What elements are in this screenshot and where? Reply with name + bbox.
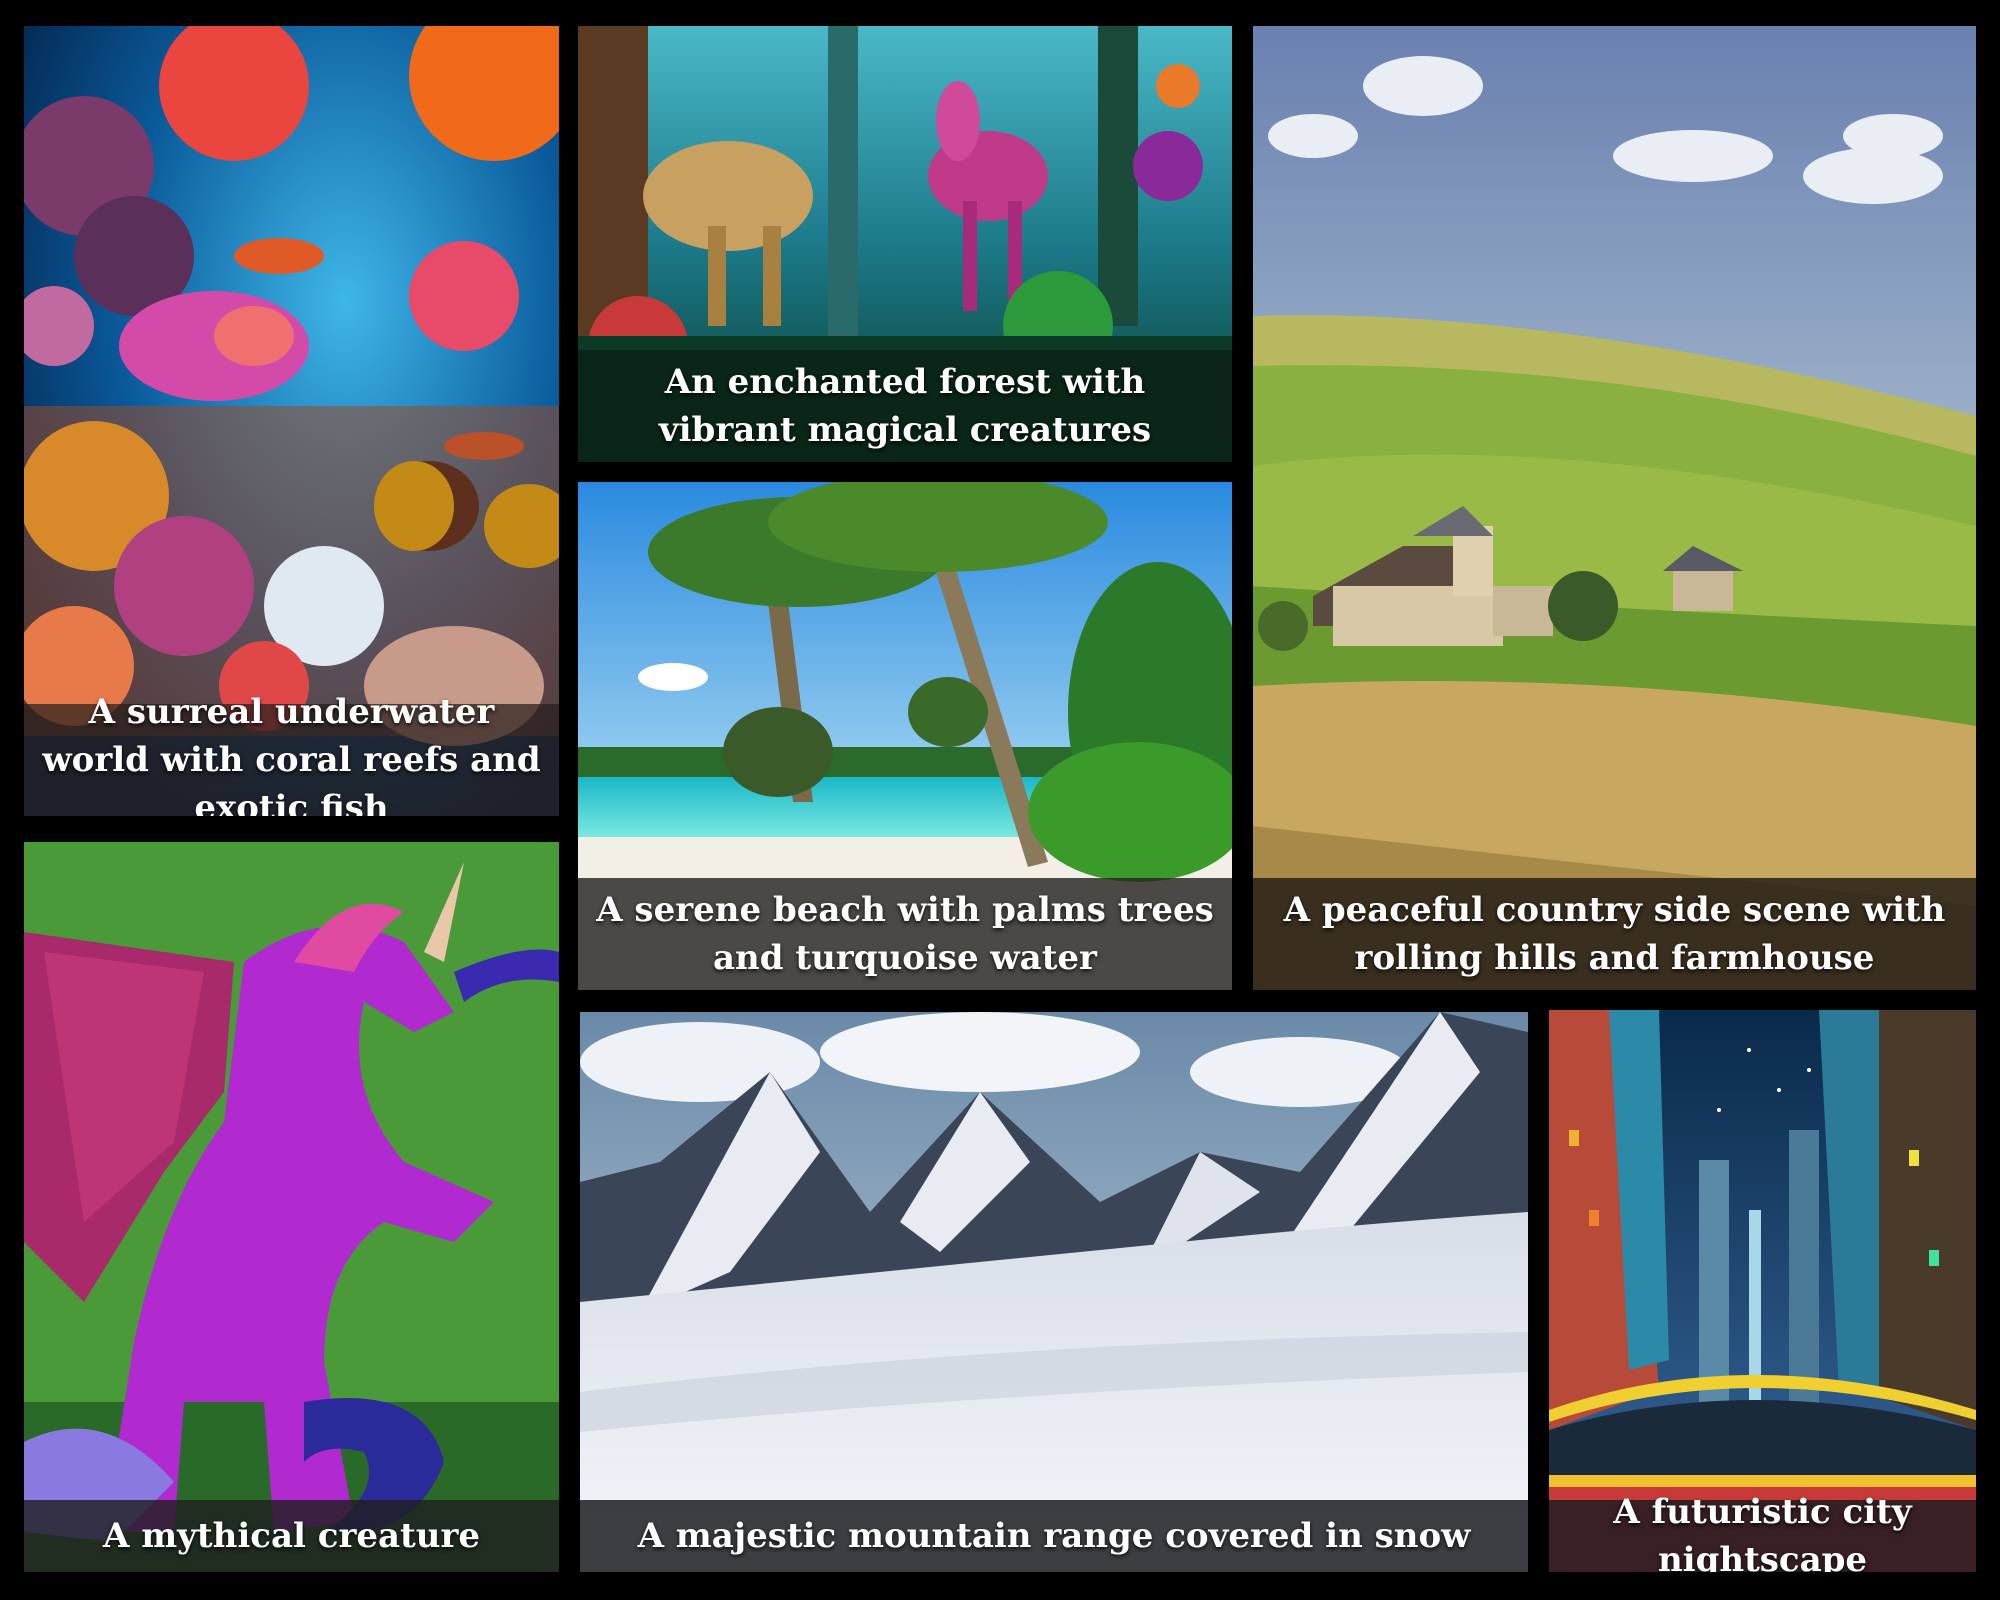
caption-country: A peaceful country side scene with rolli…	[1253, 878, 1976, 990]
caption-beach: A serene beach with palms trees and turq…	[578, 878, 1232, 990]
caption-city: A futuristic city nightscape	[1549, 1492, 1976, 1572]
tile-underwater[interactable]: A surreal underwater world with coral re…	[24, 26, 559, 816]
countryside-image	[1253, 26, 1976, 990]
tile-city[interactable]: A futuristic city nightscape	[1549, 1010, 1976, 1572]
caption-mountain: A majestic mountain range covered in sno…	[580, 1500, 1528, 1572]
tile-country[interactable]: A peaceful country side scene with rolli…	[1253, 26, 1976, 990]
tile-beach[interactable]: A serene beach with palms trees and turq…	[578, 482, 1232, 990]
tile-creature[interactable]: A mythical creature	[24, 842, 559, 1572]
tile-forest[interactable]: An enchanted forest with vibrant magical…	[578, 26, 1232, 462]
caption-underwater: A surreal underwater world with coral re…	[24, 692, 559, 816]
mountain-image	[580, 1012, 1528, 1572]
creature-image	[24, 842, 559, 1572]
caption-forest: An enchanted forest with vibrant magical…	[578, 350, 1232, 462]
tile-mountain[interactable]: A majestic mountain range covered in sno…	[580, 1012, 1528, 1572]
caption-creature: A mythical creature	[24, 1500, 559, 1572]
